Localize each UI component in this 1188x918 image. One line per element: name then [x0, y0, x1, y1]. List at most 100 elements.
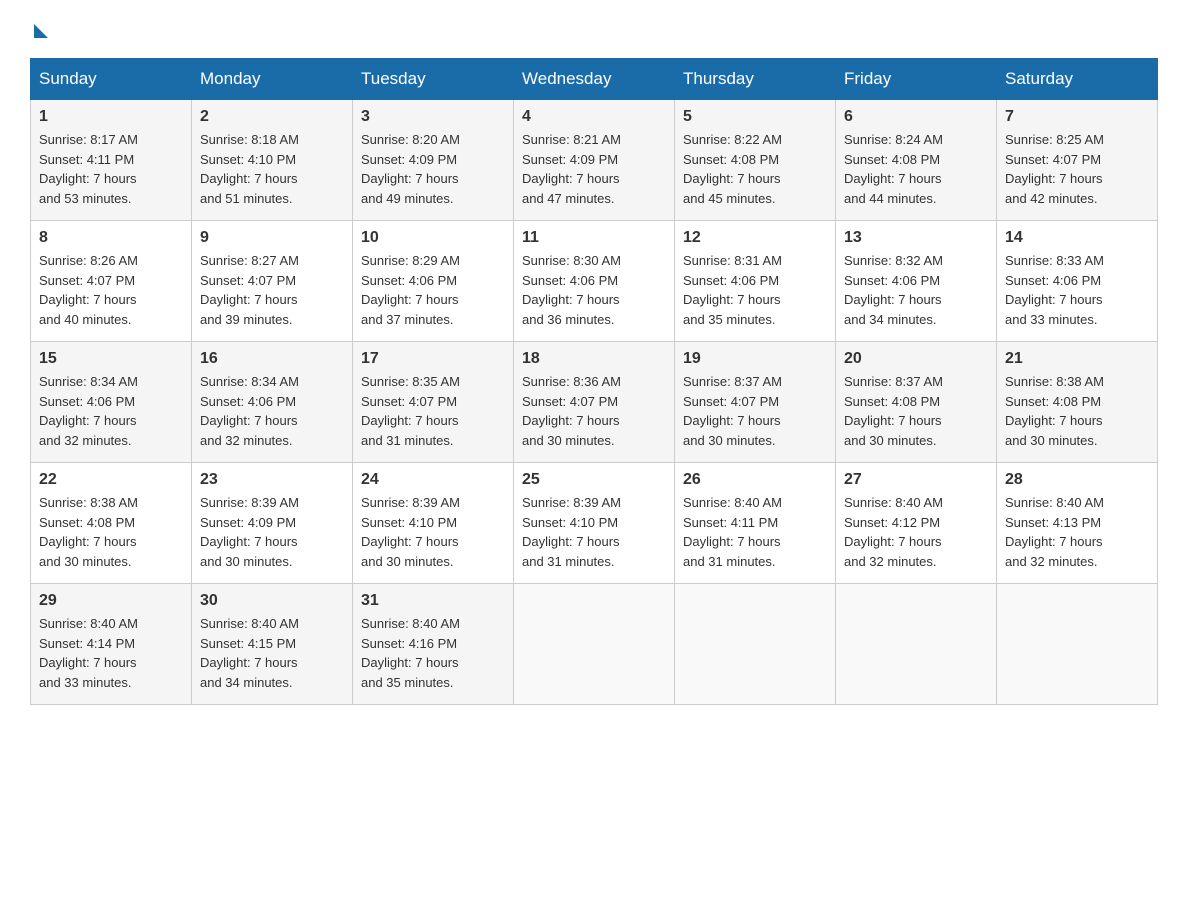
- daylight-minutes: and 44 minutes.: [844, 191, 937, 206]
- daylight-minutes: and 45 minutes.: [683, 191, 776, 206]
- sunset-label: Sunset: 4:10 PM: [522, 515, 618, 530]
- calendar-week-row: 29 Sunrise: 8:40 AM Sunset: 4:14 PM Dayl…: [31, 584, 1158, 705]
- day-info: Sunrise: 8:32 AM Sunset: 4:06 PM Dayligh…: [844, 251, 988, 329]
- sunrise-label: Sunrise: 8:40 AM: [683, 495, 782, 510]
- sunrise-label: Sunrise: 8:39 AM: [200, 495, 299, 510]
- day-number: 1: [39, 108, 183, 126]
- calendar-day-cell: [514, 584, 675, 705]
- calendar-day-cell: 10 Sunrise: 8:29 AM Sunset: 4:06 PM Dayl…: [353, 221, 514, 342]
- day-of-week-header: Tuesday: [353, 59, 514, 100]
- day-info: Sunrise: 8:18 AM Sunset: 4:10 PM Dayligh…: [200, 130, 344, 208]
- daylight-label: Daylight: 7 hours: [522, 171, 620, 186]
- day-of-week-header: Friday: [836, 59, 997, 100]
- day-info: Sunrise: 8:27 AM Sunset: 4:07 PM Dayligh…: [200, 251, 344, 329]
- day-number: 28: [1005, 471, 1149, 489]
- daylight-minutes: and 31 minutes.: [683, 554, 776, 569]
- sunrise-label: Sunrise: 8:27 AM: [200, 253, 299, 268]
- sunrise-label: Sunrise: 8:37 AM: [844, 374, 943, 389]
- sunrise-label: Sunrise: 8:31 AM: [683, 253, 782, 268]
- sunrise-label: Sunrise: 8:40 AM: [200, 616, 299, 631]
- day-of-week-header: Thursday: [675, 59, 836, 100]
- daylight-minutes: and 30 minutes.: [844, 433, 937, 448]
- sunrise-label: Sunrise: 8:21 AM: [522, 132, 621, 147]
- day-number: 4: [522, 108, 666, 126]
- day-number: 27: [844, 471, 988, 489]
- day-info: Sunrise: 8:29 AM Sunset: 4:06 PM Dayligh…: [361, 251, 505, 329]
- calendar-week-row: 8 Sunrise: 8:26 AM Sunset: 4:07 PM Dayli…: [31, 221, 1158, 342]
- sunset-label: Sunset: 4:08 PM: [683, 152, 779, 167]
- daylight-label: Daylight: 7 hours: [361, 292, 459, 307]
- sunrise-label: Sunrise: 8:17 AM: [39, 132, 138, 147]
- day-number: 8: [39, 229, 183, 247]
- sunrise-label: Sunrise: 8:39 AM: [522, 495, 621, 510]
- daylight-minutes: and 37 minutes.: [361, 312, 454, 327]
- calendar-day-cell: 27 Sunrise: 8:40 AM Sunset: 4:12 PM Dayl…: [836, 463, 997, 584]
- sunset-label: Sunset: 4:06 PM: [844, 273, 940, 288]
- sunrise-label: Sunrise: 8:38 AM: [1005, 374, 1104, 389]
- day-number: 10: [361, 229, 505, 247]
- calendar-week-row: 22 Sunrise: 8:38 AM Sunset: 4:08 PM Dayl…: [31, 463, 1158, 584]
- day-number: 11: [522, 229, 666, 247]
- sunrise-label: Sunrise: 8:22 AM: [683, 132, 782, 147]
- calendar-day-cell: 18 Sunrise: 8:36 AM Sunset: 4:07 PM Dayl…: [514, 342, 675, 463]
- sunrise-label: Sunrise: 8:32 AM: [844, 253, 943, 268]
- daylight-minutes: and 47 minutes.: [522, 191, 615, 206]
- sunset-label: Sunset: 4:16 PM: [361, 636, 457, 651]
- sunset-label: Sunset: 4:08 PM: [39, 515, 135, 530]
- calendar-day-cell: 1 Sunrise: 8:17 AM Sunset: 4:11 PM Dayli…: [31, 100, 192, 221]
- daylight-label: Daylight: 7 hours: [361, 534, 459, 549]
- daylight-label: Daylight: 7 hours: [683, 292, 781, 307]
- calendar-day-cell: [997, 584, 1158, 705]
- sunset-label: Sunset: 4:09 PM: [200, 515, 296, 530]
- day-number: 18: [522, 350, 666, 368]
- calendar-day-cell: 28 Sunrise: 8:40 AM Sunset: 4:13 PM Dayl…: [997, 463, 1158, 584]
- sunset-label: Sunset: 4:10 PM: [361, 515, 457, 530]
- day-info: Sunrise: 8:39 AM Sunset: 4:09 PM Dayligh…: [200, 493, 344, 571]
- daylight-minutes: and 36 minutes.: [522, 312, 615, 327]
- daylight-label: Daylight: 7 hours: [844, 534, 942, 549]
- daylight-label: Daylight: 7 hours: [200, 534, 298, 549]
- daylight-minutes: and 30 minutes.: [683, 433, 776, 448]
- day-info: Sunrise: 8:40 AM Sunset: 4:15 PM Dayligh…: [200, 614, 344, 692]
- day-info: Sunrise: 8:37 AM Sunset: 4:07 PM Dayligh…: [683, 372, 827, 450]
- day-info: Sunrise: 8:38 AM Sunset: 4:08 PM Dayligh…: [1005, 372, 1149, 450]
- daylight-minutes: and 31 minutes.: [522, 554, 615, 569]
- daylight-minutes: and 40 minutes.: [39, 312, 132, 327]
- day-info: Sunrise: 8:40 AM Sunset: 4:13 PM Dayligh…: [1005, 493, 1149, 571]
- sunset-label: Sunset: 4:14 PM: [39, 636, 135, 651]
- day-info: Sunrise: 8:34 AM Sunset: 4:06 PM Dayligh…: [200, 372, 344, 450]
- daylight-minutes: and 32 minutes.: [200, 433, 293, 448]
- daylight-label: Daylight: 7 hours: [1005, 171, 1103, 186]
- sunset-label: Sunset: 4:07 PM: [683, 394, 779, 409]
- day-number: 26: [683, 471, 827, 489]
- day-number: 21: [1005, 350, 1149, 368]
- sunset-label: Sunset: 4:13 PM: [1005, 515, 1101, 530]
- daylight-label: Daylight: 7 hours: [39, 655, 137, 670]
- calendar-day-cell: 19 Sunrise: 8:37 AM Sunset: 4:07 PM Dayl…: [675, 342, 836, 463]
- day-number: 3: [361, 108, 505, 126]
- sunset-label: Sunset: 4:06 PM: [522, 273, 618, 288]
- day-info: Sunrise: 8:40 AM Sunset: 4:11 PM Dayligh…: [683, 493, 827, 571]
- day-number: 13: [844, 229, 988, 247]
- daylight-minutes: and 51 minutes.: [200, 191, 293, 206]
- daylight-minutes: and 31 minutes.: [361, 433, 454, 448]
- daylight-minutes: and 42 minutes.: [1005, 191, 1098, 206]
- daylight-label: Daylight: 7 hours: [39, 171, 137, 186]
- day-number: 20: [844, 350, 988, 368]
- calendar-day-cell: [675, 584, 836, 705]
- daylight-label: Daylight: 7 hours: [200, 292, 298, 307]
- daylight-minutes: and 30 minutes.: [361, 554, 454, 569]
- daylight-label: Daylight: 7 hours: [39, 292, 137, 307]
- day-number: 9: [200, 229, 344, 247]
- page-header: [30, 20, 1158, 38]
- daylight-minutes: and 33 minutes.: [39, 675, 132, 690]
- sunrise-label: Sunrise: 8:33 AM: [1005, 253, 1104, 268]
- calendar-day-cell: 11 Sunrise: 8:30 AM Sunset: 4:06 PM Dayl…: [514, 221, 675, 342]
- calendar-day-cell: 12 Sunrise: 8:31 AM Sunset: 4:06 PM Dayl…: [675, 221, 836, 342]
- daylight-label: Daylight: 7 hours: [683, 413, 781, 428]
- day-info: Sunrise: 8:35 AM Sunset: 4:07 PM Dayligh…: [361, 372, 505, 450]
- day-number: 2: [200, 108, 344, 126]
- day-number: 14: [1005, 229, 1149, 247]
- day-info: Sunrise: 8:24 AM Sunset: 4:08 PM Dayligh…: [844, 130, 988, 208]
- sunset-label: Sunset: 4:06 PM: [683, 273, 779, 288]
